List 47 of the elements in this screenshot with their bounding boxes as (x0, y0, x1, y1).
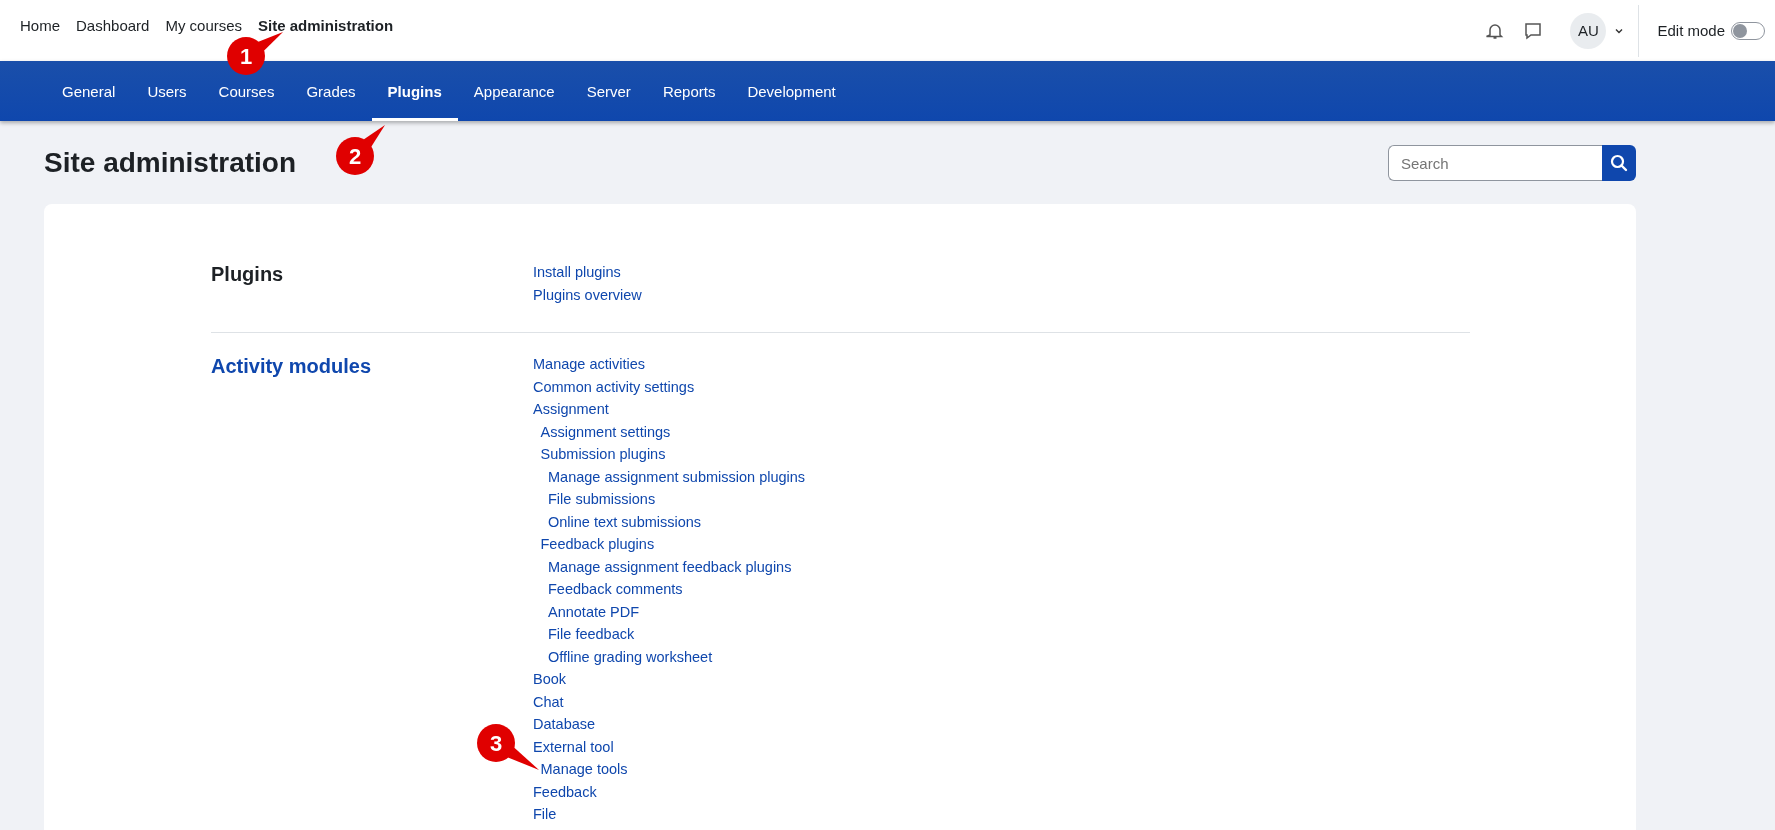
admin-link[interactable]: Feedback plugins (540, 533, 655, 556)
section-heading[interactable]: Activity modules (211, 355, 533, 378)
admin-tab[interactable]: General (46, 77, 132, 121)
user-avatar[interactable]: AU (1570, 12, 1607, 49)
bell-icon[interactable] (1486, 21, 1505, 40)
admin-link[interactable]: Assignment (533, 398, 609, 421)
admin-link[interactable]: Database (533, 713, 596, 736)
admin-link[interactable]: Manage assignment feedback plugins (548, 555, 792, 578)
admin-link[interactable]: Manage assignment submission plugins (548, 465, 806, 488)
admin-link[interactable]: Online text submissions (548, 510, 702, 533)
admin-link[interactable]: Annotate PDF (548, 600, 640, 623)
section-heading: Plugins (211, 263, 285, 286)
admin-link[interactable]: File feedback (548, 623, 635, 646)
admin-link[interactable]: Plugins overview (533, 283, 642, 306)
edit-mode-label: Edit mode (1657, 22, 1725, 39)
admin-tab[interactable]: Server (570, 77, 647, 121)
admin-tab[interactable]: Grades (290, 77, 372, 121)
search-icon (1610, 154, 1628, 172)
nav-link[interactable]: Dashboard (76, 17, 150, 34)
admin-link[interactable]: Assignment settings (540, 420, 671, 443)
admin-link[interactable]: Feedback (533, 780, 597, 803)
chat-icon[interactable] (1524, 21, 1543, 40)
search-field[interactable]: Search (1388, 145, 1602, 181)
admin-tab[interactable]: Courses (202, 77, 291, 121)
nav-link[interactable]: My courses (165, 17, 243, 34)
admin-tab[interactable]: Plugins (371, 77, 458, 121)
nav-link[interactable]: Home (20, 17, 60, 34)
admin-tab[interactable]: Appearance (457, 77, 571, 121)
admin-link[interactable]: File (533, 803, 557, 826)
admin-link[interactable]: Manage activities (533, 353, 646, 376)
admin-link[interactable]: Install plugins (533, 261, 621, 284)
page-title: Site administration (44, 147, 297, 179)
admin-link[interactable]: Common activity settings (533, 375, 695, 398)
admin-link[interactable]: Chat (533, 690, 564, 713)
admin-tab[interactable]: Reports (646, 77, 732, 121)
search-button[interactable] (1602, 145, 1636, 181)
admin-tab[interactable]: Development (731, 77, 852, 121)
admin-link[interactable]: Manage tools (540, 758, 628, 781)
admin-link[interactable]: External tool (533, 735, 614, 758)
admin-tab[interactable]: Users (131, 77, 203, 121)
admin-link[interactable]: Book (533, 668, 567, 691)
edit-mode-toggle[interactable] (1731, 21, 1765, 40)
nav-link[interactable]: Site administration (258, 17, 394, 34)
admin-link[interactable]: File submissions (548, 488, 656, 511)
admin-link[interactable]: Offline grading worksheet (548, 645, 713, 668)
admin-link[interactable]: Feedback comments (548, 578, 683, 601)
admin-link[interactable]: Submission plugins (540, 443, 666, 466)
